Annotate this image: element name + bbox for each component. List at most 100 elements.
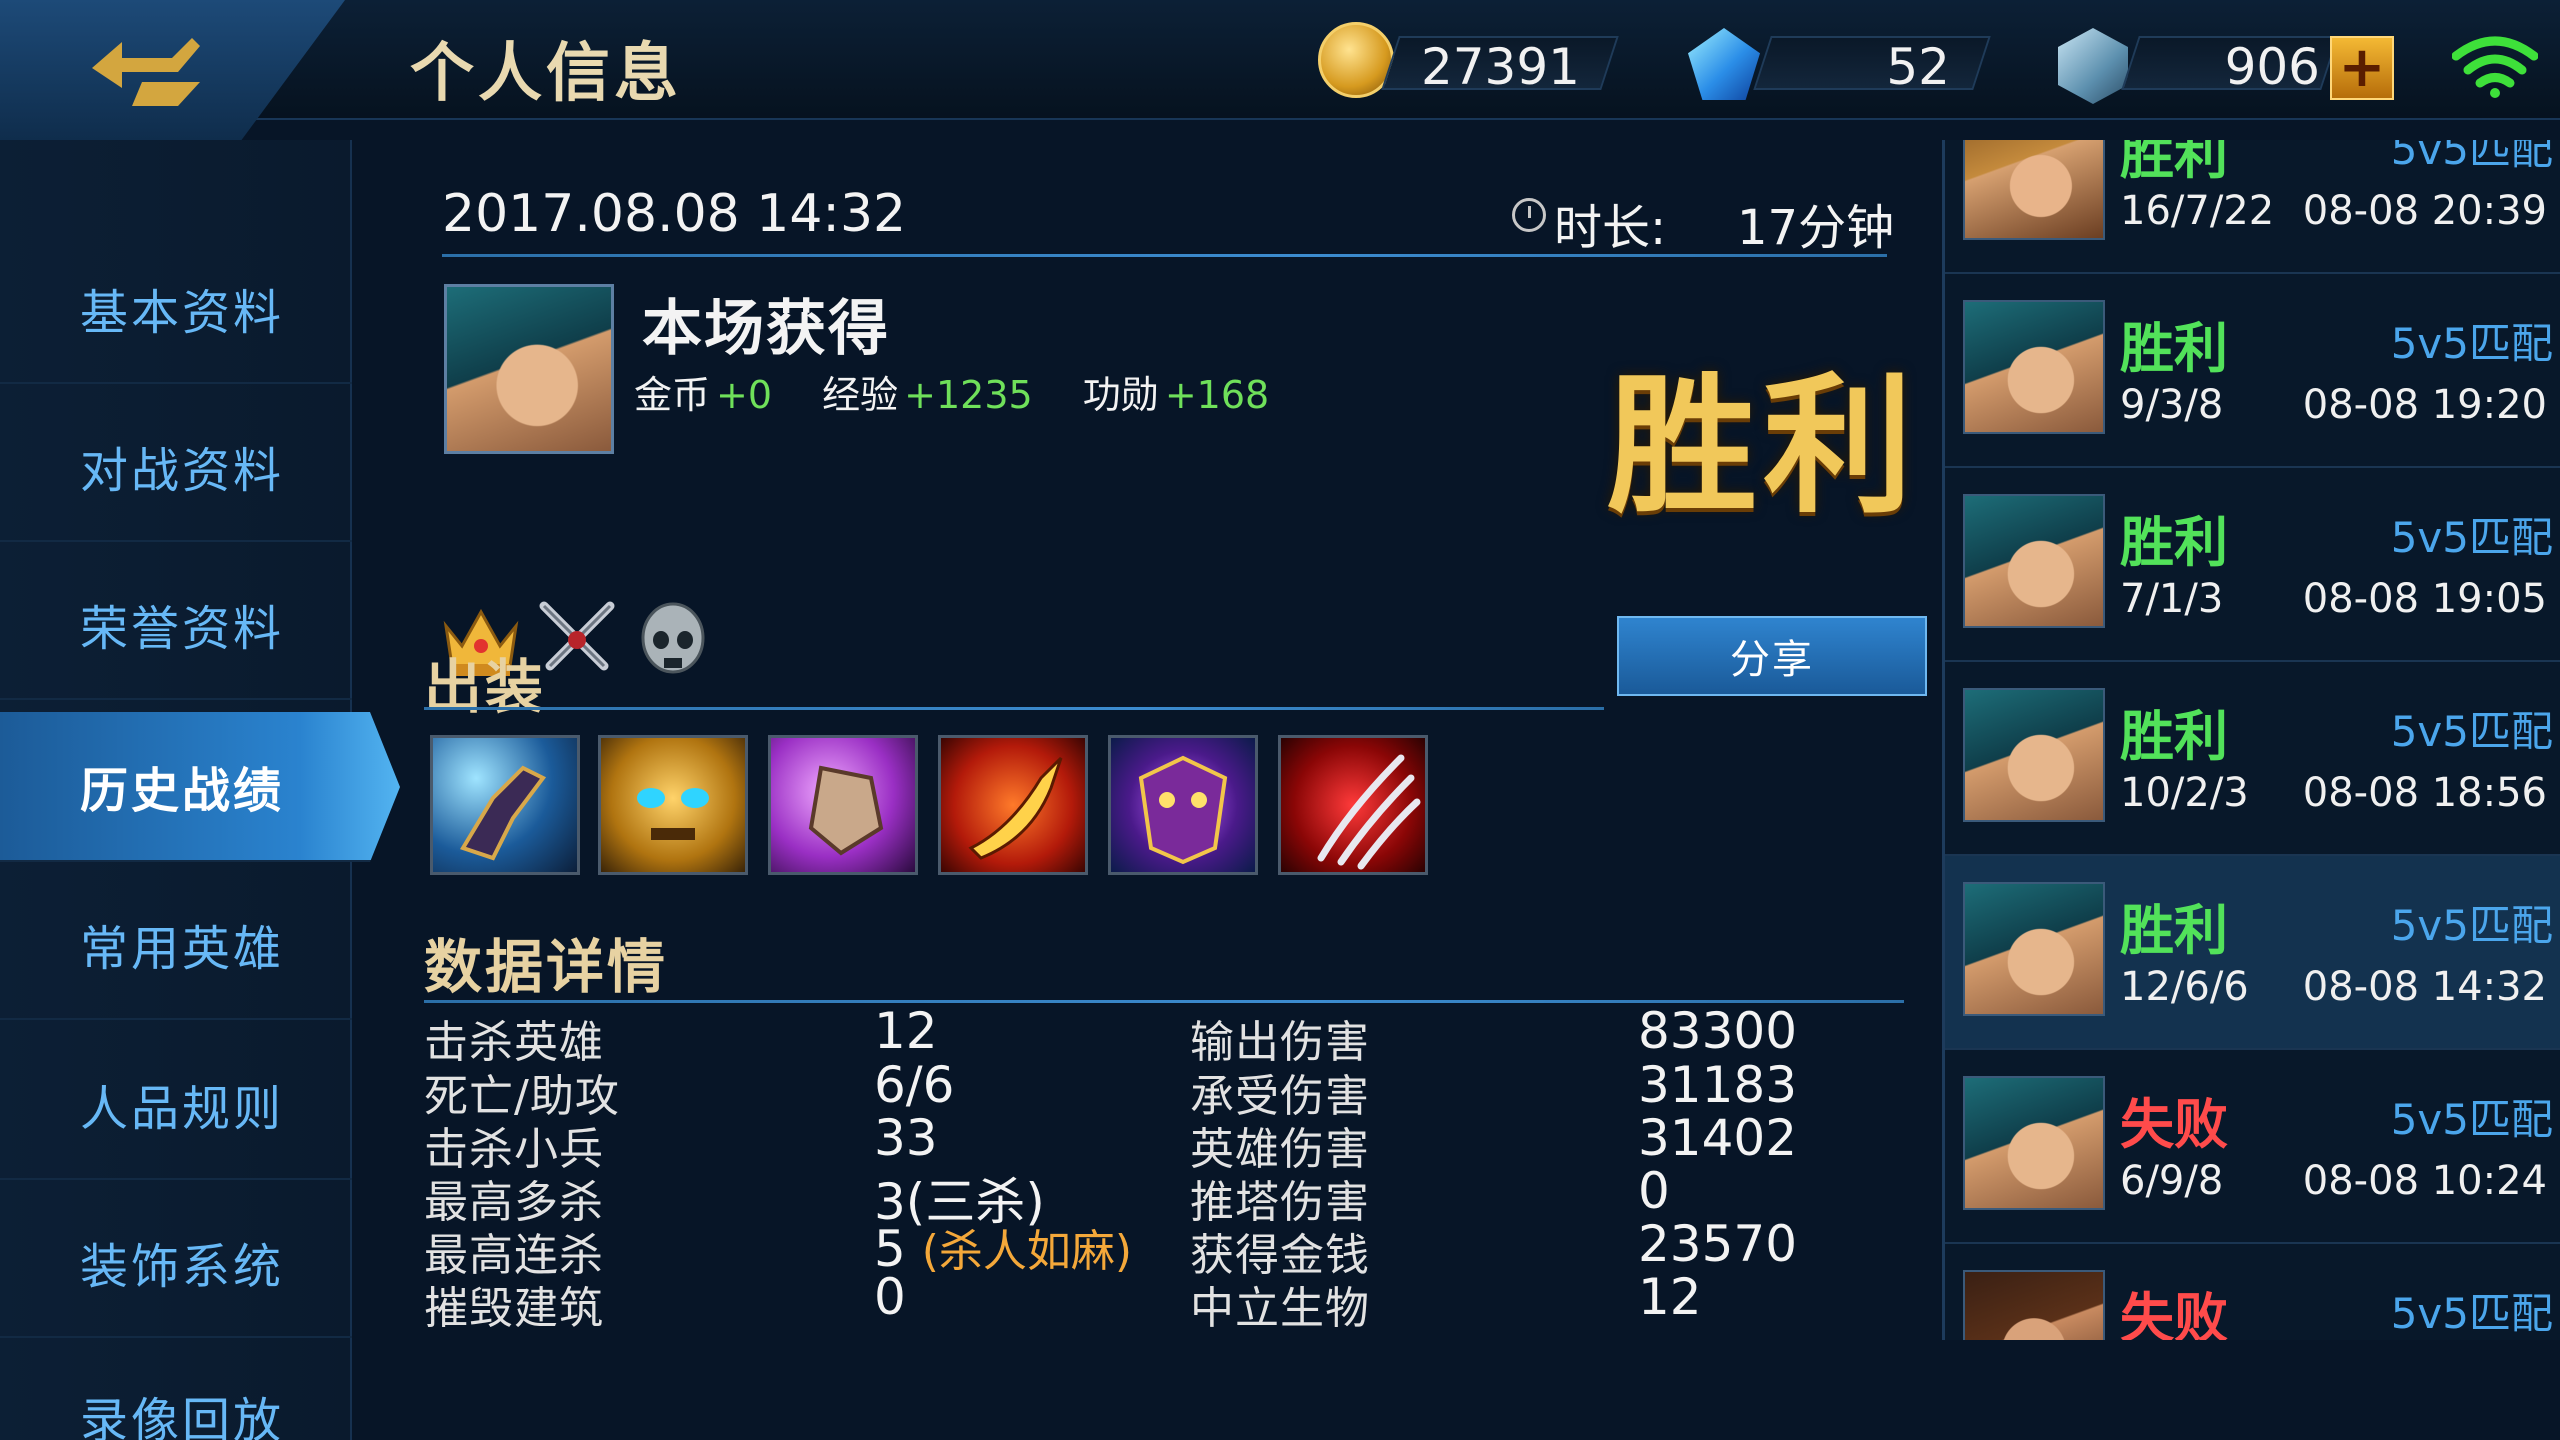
skull-helmet-icon	[641, 602, 705, 674]
history-kda: 10/2/3	[2120, 770, 2249, 816]
item-purple-gauntlet-icon[interactable]	[768, 735, 918, 875]
history-result: 胜利	[2120, 511, 2228, 574]
stat-value: 31183	[1638, 1056, 1798, 1114]
exp-gain-value: +1235	[904, 373, 1033, 417]
nav-item-basic-info[interactable]: 基本资料	[0, 234, 352, 384]
rewards-title: 本场获得	[642, 294, 890, 364]
stat-value: 12	[874, 1002, 938, 1060]
rewards-line: 金币 +0 经验 +1235 功勋 +168	[634, 364, 1307, 419]
history-time: 08-08 20:39	[2302, 188, 2547, 234]
history-row[interactable]: 失败 5v5匹配 6/9/8 08-08 10:24	[1945, 1050, 2560, 1244]
history-row-selected[interactable]: 胜利 5v5匹配 12/6/6 08-08 14:32	[1945, 856, 2560, 1050]
stat-value: 6/6	[874, 1056, 955, 1114]
merit-gain-value: +168	[1164, 373, 1270, 417]
voucher-amount: 906	[2224, 38, 2320, 96]
history-result: 失败	[2120, 1093, 2228, 1156]
match-history-list[interactable]: 胜利 5v5匹配 16/7/22 08-08 20:39 胜利 5v5匹配 9/…	[1942, 140, 2560, 1340]
duration-value: 17分钟	[1737, 200, 1895, 256]
wifi-icon	[2452, 36, 2538, 98]
page-title: 个人信息	[410, 37, 682, 111]
gold-gain-label: 金币	[634, 373, 711, 417]
stat-value: 33	[874, 1109, 938, 1167]
back-arrow-icon	[92, 38, 200, 106]
stat-value: 0	[1638, 1162, 1670, 1220]
exp-gain-label: 经验	[822, 373, 899, 417]
history-mode: 5v5匹配	[2390, 513, 2553, 562]
history-row[interactable]: 胜利 5v5匹配 16/7/22 08-08 20:39	[1945, 140, 2560, 274]
nav-item-common-heroes[interactable]: 常用英雄	[0, 870, 352, 1020]
diamond-amount: 52	[1886, 38, 1950, 96]
history-kda: 12/6/6	[2120, 964, 2249, 1010]
clock-icon	[1512, 198, 1546, 232]
stat-value: 12	[1638, 1268, 1702, 1326]
history-row[interactable]: 失败 5v5匹配	[1945, 1244, 2560, 1340]
nav-item-label: 人品规则	[80, 1081, 285, 1137]
stat-value: 23570	[1638, 1215, 1798, 1273]
stat-value: 31402	[1638, 1109, 1798, 1167]
history-kda: 16/7/22	[2120, 188, 2275, 234]
stat-label: 摧毁建筑	[424, 1283, 604, 1334]
history-mode: 5v5匹配	[2390, 140, 2553, 174]
hero-portrait	[1963, 1270, 2105, 1340]
details-section-title: 数据详情	[424, 933, 669, 1001]
nav-item-label: 荣誉资料	[80, 601, 285, 657]
nav-item-label: 基本资料	[80, 285, 285, 341]
hero-portrait	[1963, 300, 2105, 434]
item-red-claw-icon[interactable]	[1278, 735, 1428, 875]
divider	[442, 254, 1887, 257]
hero-portrait	[1963, 688, 2105, 822]
nav-item-honor-info[interactable]: 荣誉资料	[0, 550, 352, 700]
item-golden-mask-icon[interactable]	[598, 735, 748, 875]
nav-item-credit-rules[interactable]: 人品规则	[0, 1030, 352, 1180]
recharge-plus-button[interactable]: +	[2330, 36, 2394, 100]
nav-item-match-history[interactable]: 历史战绩	[0, 712, 400, 862]
history-mode: 5v5匹配	[2390, 707, 2553, 756]
match-detail-panel: 2017.08.08 14:32 时长: 17分钟 本场获得 金币 +0 经验 +1…	[352, 120, 1942, 1440]
history-row[interactable]: 胜利 5v5匹配 10/2/3 08-08 18:56	[1945, 662, 2560, 856]
item-flame-blade-icon[interactable]	[938, 735, 1088, 875]
history-mode: 5v5匹配	[2390, 1289, 2553, 1338]
gold-gain-value: +0	[716, 373, 773, 417]
history-kda: 9/3/8	[2120, 382, 2224, 428]
gold-amount: 27391	[1420, 38, 1580, 96]
diamond-icon	[1688, 28, 1760, 100]
history-result: 失败	[2120, 1287, 2228, 1340]
history-mode: 5v5匹配	[2390, 1095, 2553, 1144]
history-row[interactable]: 胜利 5v5匹配 9/3/8 08-08 19:20	[1945, 274, 2560, 468]
history-mode: 5v5匹配	[2390, 319, 2553, 368]
nav-item-label: 常用英雄	[80, 921, 285, 977]
history-result: 胜利	[2120, 140, 2228, 186]
nav-item-label: 录像回放	[80, 1393, 285, 1440]
history-kda: 6/9/8	[2120, 1158, 2224, 1204]
hero-portrait	[1963, 1076, 2105, 1210]
crossed-swords-icon	[539, 601, 615, 671]
history-kda: 7/1/3	[2120, 576, 2224, 622]
history-row[interactable]: 胜利 5v5匹配 7/1/3 08-08 19:05	[1945, 468, 2560, 662]
nav-item-label: 装饰系统	[80, 1239, 285, 1295]
stat-value: 5 (杀人如麻)	[874, 1215, 1132, 1279]
nav-item-battle-info[interactable]: 对战资料	[0, 392, 352, 542]
divider	[424, 707, 1604, 710]
match-datetime: 2017.08.08 14:32	[442, 184, 907, 244]
back-button[interactable]	[0, 0, 345, 140]
share-button[interactable]: 分享	[1617, 616, 1927, 696]
stat-value: 0	[874, 1268, 906, 1326]
equipment-section-title: 出装	[424, 653, 547, 721]
item-demon-helm-icon[interactable]	[1108, 735, 1258, 875]
stat-label: 中立生物	[1190, 1283, 1370, 1334]
nav-item-replay[interactable]: 录像回放	[0, 1346, 352, 1440]
history-time: 08-08 19:05	[2302, 576, 2547, 622]
history-result: 胜利	[2120, 705, 2228, 768]
history-result: 胜利	[2120, 317, 2228, 380]
nav-item-decoration[interactable]: 装饰系统	[0, 1188, 352, 1338]
history-time: 08-08 14:32	[2302, 964, 2547, 1010]
item-boots-icon[interactable]	[430, 735, 580, 875]
history-time: 08-08 19:20	[2302, 382, 2547, 428]
side-nav: 基本资料 对战资料 荣誉资料 历史战绩 常用英雄 人品规则 装饰系统 录像回放	[0, 140, 400, 1440]
history-mode: 5v5匹配	[2390, 901, 2553, 950]
voucher-icon	[2058, 28, 2128, 104]
duration-label: 时长:	[1554, 200, 1667, 256]
hero-portrait	[1963, 140, 2105, 240]
nav-item-label: 历史战绩	[80, 763, 285, 819]
hero-portrait	[1963, 882, 2105, 1016]
